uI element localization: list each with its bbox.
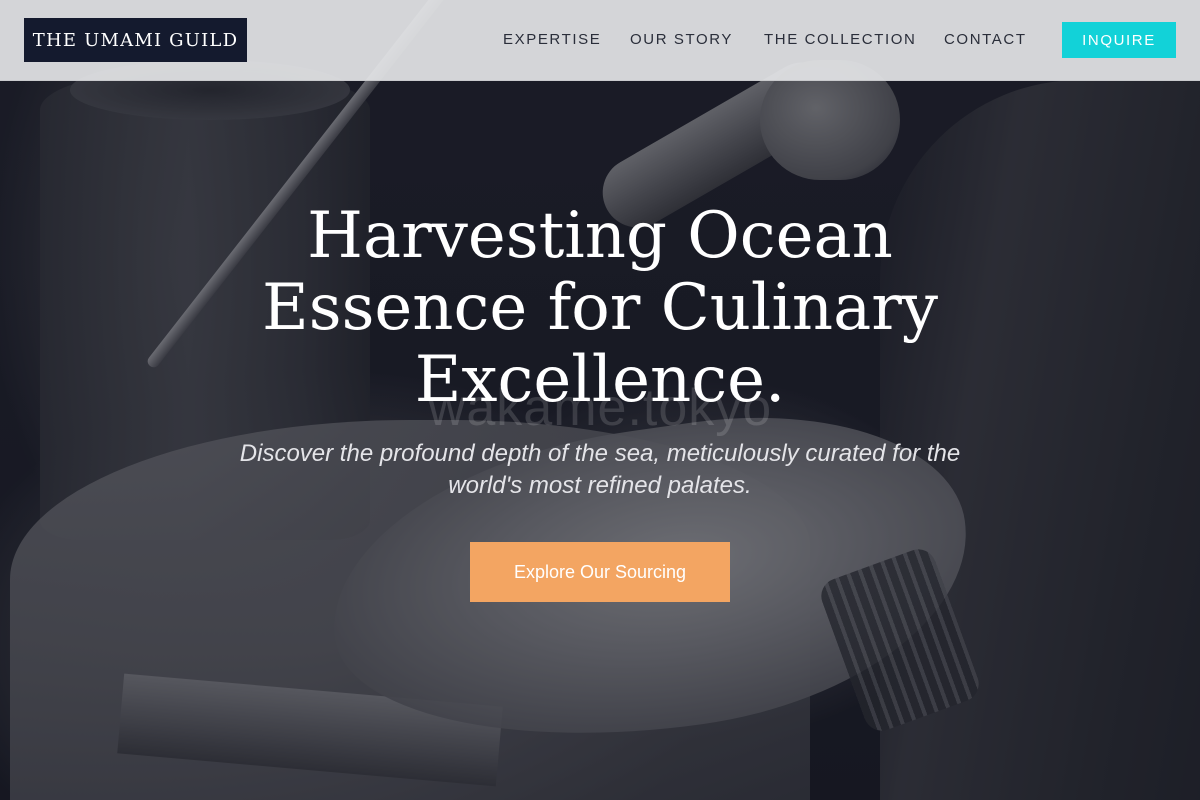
explore-sourcing-button[interactable]: Explore Our Sourcing bbox=[470, 542, 730, 602]
nav-link-our-story[interactable]: OUR STORY bbox=[630, 31, 733, 48]
inquire-button[interactable]: INQUIRE bbox=[1062, 22, 1176, 58]
nav-link-expertise[interactable]: EXPERTISE bbox=[503, 31, 601, 48]
main-nav: EXPERTISE OUR STORY THE COLLECTION CONTA… bbox=[0, 0, 1200, 81]
nav-link-the-collection[interactable]: THE COLLECTION bbox=[764, 31, 916, 48]
hero-subtitle: Discover the profound depth of the sea, … bbox=[239, 440, 961, 499]
site-header: THE UMAMI GUILD EXPERTISE OUR STORY THE … bbox=[0, 0, 1200, 81]
hero-headline: Harvesting Ocean Essence for Culinary Ex… bbox=[262, 199, 938, 417]
nav-link-contact[interactable]: CONTACT bbox=[944, 31, 1027, 48]
